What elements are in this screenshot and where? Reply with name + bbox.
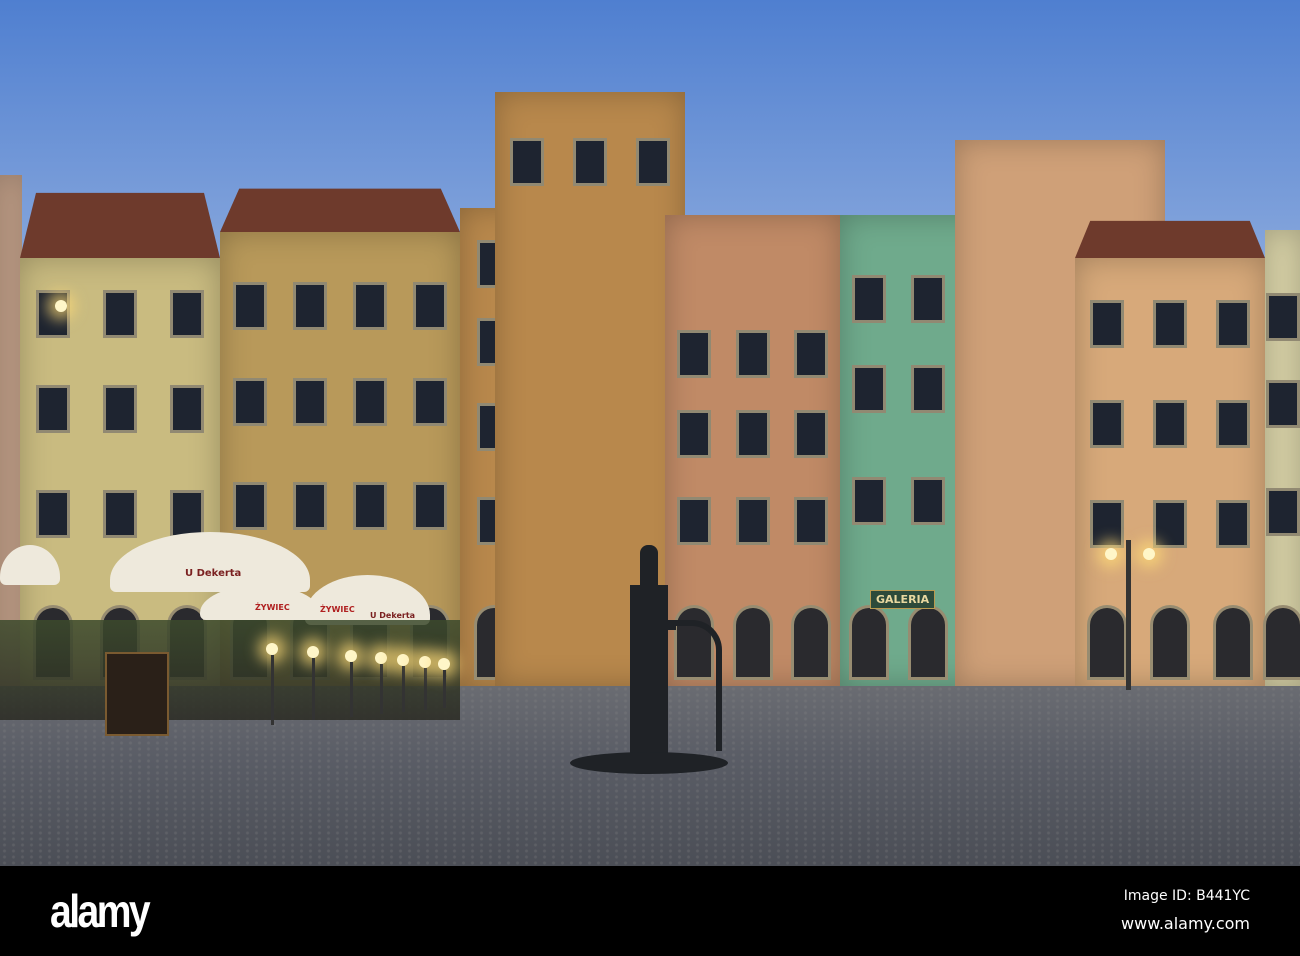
window xyxy=(1216,500,1251,548)
doorway xyxy=(790,605,831,680)
window xyxy=(1265,293,1300,341)
terrace-foliage xyxy=(0,620,460,720)
doorway xyxy=(849,605,890,680)
window xyxy=(103,490,137,538)
terrace-lamp xyxy=(419,656,431,668)
window xyxy=(677,497,712,545)
window xyxy=(852,365,887,413)
window xyxy=(1265,380,1300,428)
menu-board xyxy=(105,652,169,736)
lamp-post xyxy=(312,658,315,720)
street-lamp-bulb xyxy=(1143,548,1155,560)
building-facade xyxy=(0,175,22,686)
window xyxy=(911,477,946,525)
window xyxy=(911,365,946,413)
window xyxy=(353,378,387,426)
doorway xyxy=(732,605,773,680)
umbrella-text: ŻYWIEC xyxy=(320,605,355,614)
lamp-post xyxy=(271,655,274,725)
doorway xyxy=(1086,605,1127,680)
terrace-lamp xyxy=(375,652,387,664)
window xyxy=(413,482,447,530)
window xyxy=(36,385,71,433)
window xyxy=(1153,300,1187,348)
pump-basin xyxy=(570,752,728,774)
window xyxy=(636,138,671,186)
doorway xyxy=(1213,605,1254,680)
window xyxy=(1089,400,1124,448)
window xyxy=(169,290,204,338)
window xyxy=(735,410,770,458)
umbrella-text: U Dekerta xyxy=(185,568,242,579)
window xyxy=(911,275,946,323)
doorway xyxy=(908,605,949,680)
window xyxy=(103,290,137,338)
window xyxy=(293,482,327,530)
lamp-post xyxy=(350,662,353,717)
watermark-footer: alamy Image ID: B441YC www.alamy.com xyxy=(0,866,1300,956)
street-lamp-bulb xyxy=(1105,548,1117,560)
window xyxy=(36,490,71,538)
alamy-logo: alamy xyxy=(50,885,151,937)
window xyxy=(1153,500,1187,548)
window xyxy=(573,138,607,186)
photo-scene: U Dekerta ŻYWIEC ŻYWIEC U Dekerta GALERI… xyxy=(0,0,1300,866)
window xyxy=(1089,300,1124,348)
window xyxy=(103,385,137,433)
image-id: Image ID: B441YC xyxy=(1123,888,1250,904)
lamp-post xyxy=(380,664,383,714)
window xyxy=(1153,400,1187,448)
window xyxy=(293,282,327,330)
window xyxy=(509,138,544,186)
pump-spout xyxy=(668,620,676,630)
window xyxy=(353,482,387,530)
terrace-lamp xyxy=(397,654,409,666)
wall-lamp xyxy=(55,300,67,312)
window xyxy=(233,482,267,530)
doorway xyxy=(1262,605,1300,680)
window xyxy=(1216,300,1251,348)
window xyxy=(1265,488,1300,536)
window xyxy=(677,330,712,378)
window xyxy=(677,410,712,458)
pump-handle xyxy=(676,620,722,751)
window xyxy=(413,282,447,330)
terrace-lamp xyxy=(345,650,357,662)
street-lamp-post xyxy=(1126,540,1131,690)
window xyxy=(793,330,828,378)
doorway xyxy=(1150,605,1190,680)
terrace-lamp xyxy=(266,643,278,655)
pump-top xyxy=(640,545,658,585)
umbrella-text: U Dekerta xyxy=(370,611,416,620)
window xyxy=(169,385,204,433)
lamp-post xyxy=(402,666,405,712)
lamp-post xyxy=(443,670,446,708)
window xyxy=(233,378,267,426)
pump-column xyxy=(630,585,668,760)
window xyxy=(169,490,204,538)
window xyxy=(36,290,71,338)
window xyxy=(293,378,327,426)
window xyxy=(353,282,387,330)
window xyxy=(735,330,770,378)
window xyxy=(413,378,447,426)
umbrella-text: ŻYWIEC xyxy=(255,603,290,612)
window xyxy=(852,275,887,323)
window xyxy=(1089,500,1124,548)
terrace-lamp xyxy=(438,658,450,670)
window xyxy=(735,497,770,545)
window xyxy=(233,282,267,330)
gallery-sign: GALERIA xyxy=(870,590,936,609)
window xyxy=(852,477,887,525)
window xyxy=(793,410,828,458)
lamp-post xyxy=(424,668,427,710)
website-link[interactable]: www.alamy.com xyxy=(1121,914,1250,933)
window xyxy=(793,497,828,545)
terrace-lamp xyxy=(307,646,319,658)
window xyxy=(1216,400,1251,448)
